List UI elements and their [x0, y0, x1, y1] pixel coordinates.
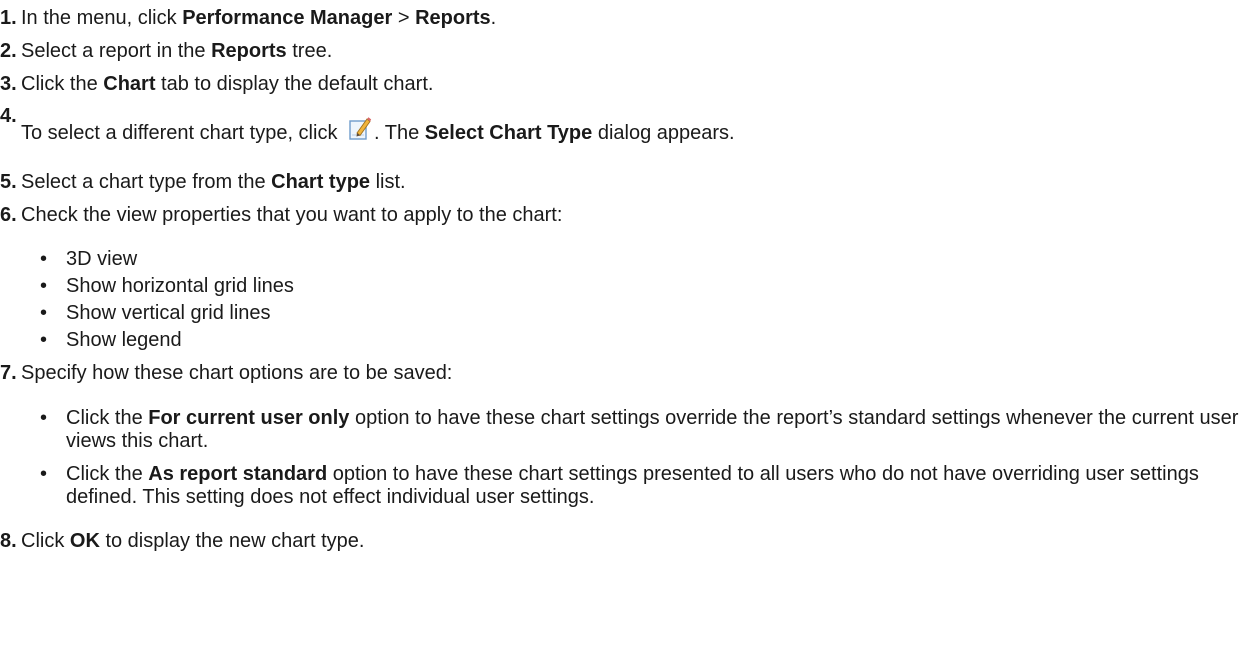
step-number: 4.: [0, 105, 17, 127]
bullet-dot: •: [40, 275, 48, 297]
bullet-dot: •: [40, 329, 48, 351]
bullet-text: Click the For current user only option t…: [66, 407, 1239, 452]
step-text: Check the view properties that you want …: [21, 204, 563, 226]
step-text: Select a report in the Reports tree.: [21, 40, 333, 62]
step-number: 6.: [0, 204, 17, 226]
edit-pencil-icon[interactable]: [348, 116, 372, 142]
step-number: 8.: [0, 530, 17, 552]
bullet-dot: •: [40, 248, 48, 270]
step-number: 7.: [0, 362, 17, 384]
step-text: To select a different chart type, click …: [21, 116, 735, 145]
bullet-text: Show horizontal grid lines: [66, 275, 294, 297]
bullet-text: 3D view: [66, 248, 138, 270]
step-number: 5.: [0, 171, 17, 193]
step-number: 3.: [0, 73, 17, 95]
bullet-dot: •: [40, 302, 48, 324]
step-text: Click OK to display the new chart type.: [21, 530, 365, 552]
step-text: Select a chart type from the Chart type …: [21, 171, 406, 193]
bullet-text: Show legend: [66, 329, 182, 351]
bullet-dot: •: [40, 407, 48, 429]
bullet-dot: •: [40, 463, 48, 485]
instruction-steps: 1. In the menu, click Performance Manage…: [0, 0, 1259, 645]
bullet-text: Show vertical grid lines: [66, 302, 271, 324]
step-text: In the menu, click Performance Manager >…: [21, 7, 497, 29]
step-number: 1.: [0, 7, 17, 29]
step-text: Click the Chart tab to display the defau…: [21, 73, 434, 95]
step-number: 2.: [0, 40, 17, 62]
step-text: Specify how these chart options are to b…: [21, 362, 453, 384]
bullet-text: Click the As report standard option to h…: [66, 463, 1199, 508]
